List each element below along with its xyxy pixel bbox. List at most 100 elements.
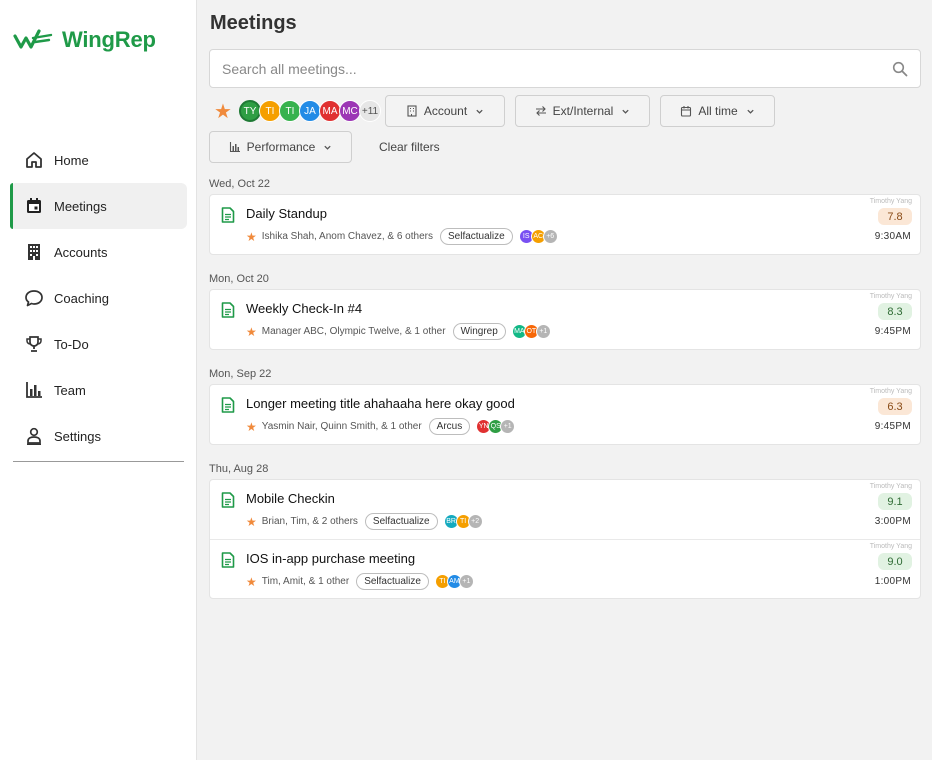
chevron-down-icon (747, 109, 754, 114)
sidebar-item-team[interactable]: Team (10, 367, 187, 413)
clear-filters-button[interactable]: Clear filters (379, 140, 440, 154)
account-tag[interactable]: Selfactualize (356, 573, 429, 590)
more-participants-badge[interactable]: +11 (359, 100, 381, 122)
sidebar-item-accounts[interactable]: Accounts (10, 229, 187, 275)
sidebar-item-label: Settings (54, 428, 101, 444)
sidebar-item-home[interactable]: Home (10, 137, 187, 183)
meeting-time: 9:45PM (874, 326, 911, 337)
sidebar-item-label: To-Do (54, 336, 89, 352)
account-filter-button[interactable]: Account (385, 95, 505, 127)
avatar[interactable]: MC (339, 100, 361, 122)
account-tag[interactable]: Wingrep (452, 323, 506, 340)
meeting-group-card: Daily Standup ★ Ishika Shah, Anom Chavez… (209, 194, 921, 255)
avatar[interactable]: TI (259, 100, 281, 122)
sidebar-item-coaching[interactable]: Coaching (10, 275, 187, 321)
more-participants-badge: +1 (458, 574, 474, 589)
date-group-label: Mon, Sep 22 (209, 368, 272, 380)
meeting-title[interactable]: Longer meeting title ahahaaha here okay … (246, 396, 515, 411)
bar-chart-icon (229, 142, 240, 153)
meeting-title[interactable]: IOS in-app purchase meeting (246, 551, 415, 566)
meeting-row[interactable]: Weekly Check-In #4 ★ Manager ABC, Olympi… (210, 290, 920, 349)
avatar[interactable]: TI (279, 100, 301, 122)
sidebar-item-todo[interactable]: To-Do (10, 321, 187, 367)
performance-filter-button[interactable]: Performance (209, 131, 352, 163)
meeting-group-card: Mobile Checkin ★ Brian, Tim, & 2 others … (209, 479, 921, 599)
building-icon (407, 105, 417, 117)
app-logo[interactable]: WingRep (13, 27, 156, 53)
sidebar-item-label: Home (54, 152, 89, 168)
chevron-down-icon (476, 109, 483, 114)
more-participants-badge: +1 (535, 324, 551, 339)
filter-label: Ext/Internal (552, 104, 614, 118)
score-badge: 9.1 (878, 493, 912, 510)
participant-avatars: TI AM +1 (434, 574, 474, 589)
meeting-owner: Timothy Yang (869, 293, 912, 300)
filter-label: Account (423, 104, 468, 118)
meeting-row[interactable]: IOS in-app purchase meeting ★ Tim, Amit,… (210, 539, 920, 598)
participant-avatars: YN QS +1 (476, 419, 516, 434)
meeting-title[interactable]: Weekly Check-In #4 (246, 301, 362, 316)
star-icon[interactable]: ★ (246, 516, 257, 528)
account-tag[interactable]: Selfactualize (439, 228, 513, 245)
date-group-label: Mon, Oct 20 (209, 273, 269, 285)
meeting-row[interactable]: Mobile Checkin ★ Brian, Tim, & 2 others … (210, 480, 920, 539)
bar-chart-icon (26, 382, 42, 398)
sidebar-item-label: Meetings (54, 198, 107, 214)
filter-label: Performance (246, 140, 316, 154)
sidebar-divider (13, 461, 184, 462)
document-icon (221, 397, 235, 413)
meeting-time: 9:45PM (874, 421, 911, 432)
chevron-down-icon (622, 109, 629, 114)
app-name: WingRep (62, 27, 156, 52)
meeting-row[interactable]: Daily Standup ★ Ishika Shah, Anom Chavez… (210, 195, 920, 254)
meeting-meta: ★ Yasmin Nair, Quinn Smith, & 1 other Ar… (246, 418, 516, 435)
more-participants-badge: +1 (500, 419, 516, 434)
meeting-meta: ★ Tim, Amit, & 1 other Selfactualize TI … (246, 573, 474, 590)
meeting-owner: Timothy Yang (869, 483, 912, 490)
score-badge: 6.3 (878, 398, 912, 415)
search-input[interactable] (222, 60, 892, 77)
chat-bubble-icon (25, 290, 43, 307)
meeting-group-card: Weekly Check-In #4 ★ Manager ABC, Olympi… (209, 289, 921, 350)
score-badge: 7.8 (878, 208, 912, 225)
sidebar-item-label: Accounts (54, 244, 108, 260)
building-icon (28, 244, 40, 260)
meeting-participants: Brian, Tim, & 2 others (261, 516, 358, 527)
calendar-icon (681, 106, 692, 117)
wingrep-logo-icon (13, 29, 53, 49)
search-icon[interactable] (892, 61, 908, 77)
meeting-title[interactable]: Daily Standup (246, 206, 327, 221)
calendar-icon (27, 198, 41, 213)
star-icon[interactable]: ★ (246, 576, 257, 588)
avatar[interactable]: JA (299, 100, 321, 122)
date-group-label: Thu, Aug 28 (209, 463, 269, 475)
meeting-participants: Ishika Shah, Anom Chavez, & 6 others (261, 231, 433, 242)
sidebar-item-meetings[interactable]: Meetings (10, 183, 187, 229)
meeting-group-card: Longer meeting title ahahaaha here okay … (209, 384, 921, 445)
favorites-star-icon[interactable]: ★ (214, 102, 232, 122)
participant-avatars: BR TI +2 (443, 514, 483, 529)
meeting-owner: Timothy Yang (869, 388, 912, 395)
meeting-owner: Timothy Yang (869, 198, 912, 205)
search-bar[interactable] (209, 49, 921, 88)
score-badge: 8.3 (878, 303, 912, 320)
sidebar-item-label: Team (54, 382, 86, 398)
account-tag[interactable]: Arcus (428, 418, 471, 435)
star-icon[interactable]: ★ (246, 421, 257, 433)
sidebar-item-settings[interactable]: Settings (10, 413, 187, 459)
ext-internal-filter-button[interactable]: Ext/Internal (515, 95, 650, 127)
more-participants-badge: +6 (542, 229, 558, 244)
chevron-down-icon (324, 145, 331, 150)
star-icon[interactable]: ★ (246, 326, 257, 338)
time-filter-button[interactable]: All time (660, 95, 775, 127)
sidebar-nav: Home Meetings Accounts Coaching To-Do Te… (10, 137, 187, 459)
avatar[interactable]: TY (239, 100, 261, 122)
account-tag[interactable]: Selfactualize (364, 513, 438, 530)
avatar[interactable]: MA (319, 100, 341, 122)
meeting-title[interactable]: Mobile Checkin (246, 491, 335, 506)
star-icon[interactable]: ★ (246, 231, 257, 243)
document-icon (221, 492, 235, 508)
date-group-label: Wed, Oct 22 (209, 178, 270, 190)
meeting-row[interactable]: Longer meeting title ahahaaha here okay … (210, 385, 920, 444)
trophy-icon (26, 336, 42, 352)
